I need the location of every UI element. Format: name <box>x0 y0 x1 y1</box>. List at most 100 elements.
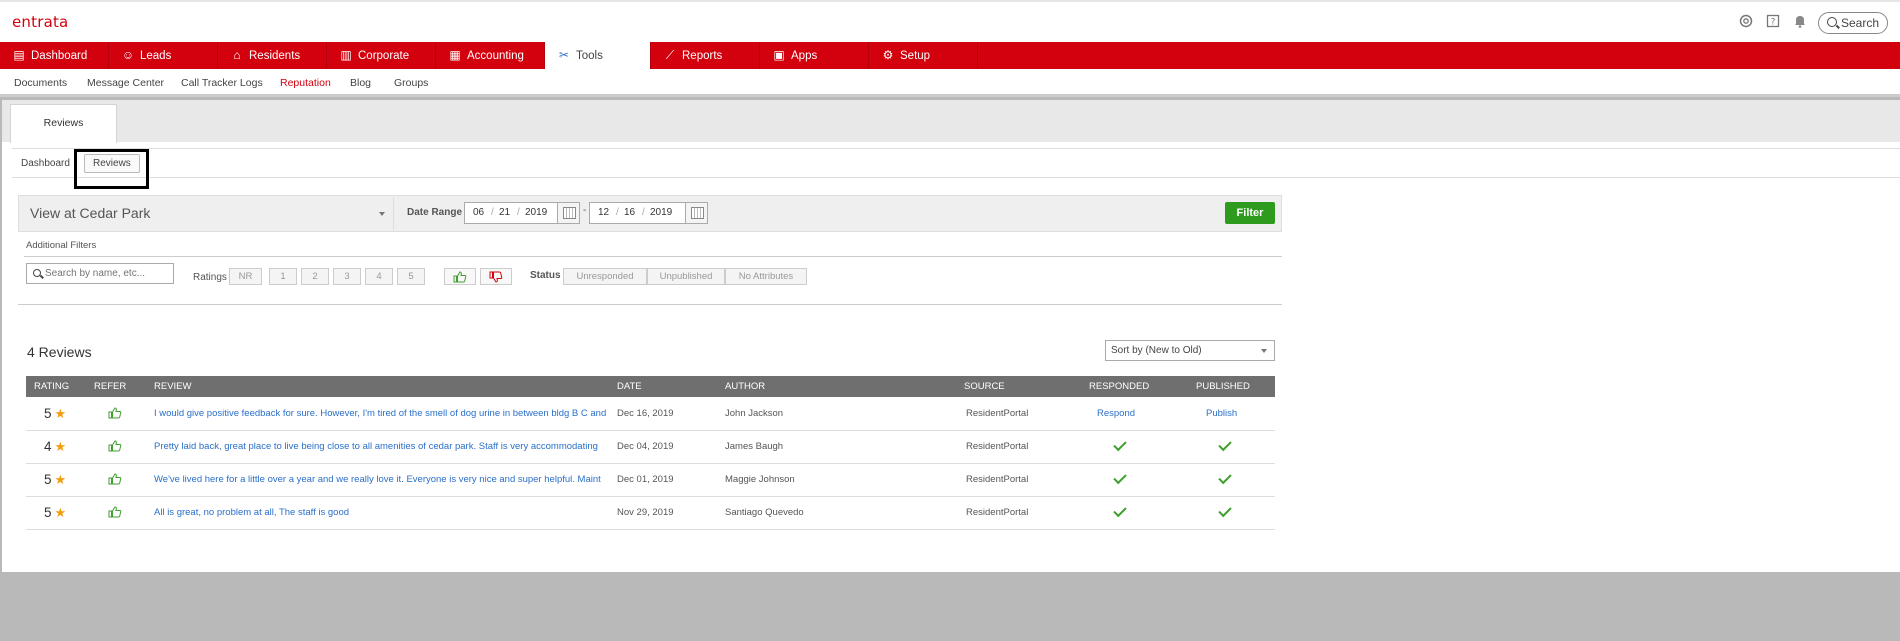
additional-filters-label: Additional Filters <box>26 240 97 251</box>
col-rating[interactable]: RATING <box>34 376 69 397</box>
nav-label: Setup <box>900 50 931 62</box>
nav-label: Corporate <box>358 50 410 62</box>
subnav-blog[interactable]: Blog <box>350 77 371 89</box>
inner-tab-dashboard[interactable]: Dashboard <box>21 158 70 169</box>
star-icon: ★ <box>54 505 67 520</box>
table-row[interactable]: 5 ★ We've lived here for a little over a … <box>26 464 1275 497</box>
col-responded[interactable]: RESPONDED <box>1089 376 1149 397</box>
review-count: 4 Reviews <box>27 344 92 360</box>
end-month: 12 <box>598 207 610 218</box>
nav-residents[interactable]: ⌂ Residents <box>218 42 327 69</box>
filter-button[interactable]: Filter <box>1225 202 1275 224</box>
nav-setup[interactable]: ⚙ Setup <box>869 42 978 69</box>
status-filter-unresponded[interactable]: Unresponded <box>563 268 647 285</box>
refer-no-filter[interactable] <box>480 268 512 285</box>
col-date[interactable]: DATE <box>617 376 642 397</box>
rating-filter-1[interactable]: 1 <box>269 268 297 285</box>
review-author: John Jackson <box>725 408 784 419</box>
review-text-link[interactable]: Pretty laid back, great place to live be… <box>154 431 606 463</box>
calendar-icon[interactable] <box>685 203 707 223</box>
date-separator: / <box>642 207 645 218</box>
subnav-groups[interactable]: Groups <box>394 77 428 89</box>
status-filter-unpublished[interactable]: Unpublished <box>647 268 725 285</box>
divider <box>24 256 1282 257</box>
subnav-reputation[interactable]: Reputation <box>280 77 331 89</box>
nav-label: Apps <box>791 50 818 62</box>
col-source[interactable]: SOURCE <box>964 376 1005 397</box>
bell-icon[interactable] <box>1792 14 1808 30</box>
respond-link[interactable]: Respond <box>1097 398 1135 430</box>
rating-filter-2[interactable]: 2 <box>301 268 329 285</box>
entrata-logo[interactable]: entrata <box>12 13 68 31</box>
col-author[interactable]: AUTHOR <box>725 376 765 397</box>
calendar-icon[interactable] <box>557 203 579 223</box>
thumbs-up-icon <box>108 440 122 452</box>
refer-yes-filter[interactable] <box>444 268 476 285</box>
published-check-icon <box>1218 437 1232 452</box>
table-header: RATING REFER REVIEW DATE AUTHOR SOURCE R… <box>26 376 1275 397</box>
nav-leads[interactable]: ☺ Leads <box>109 42 218 69</box>
subnav-documents[interactable]: Documents <box>14 77 67 89</box>
date-separator: / <box>491 207 494 218</box>
thumbs-down-icon <box>489 271 503 283</box>
nav-dashboard[interactable]: ▤ Dashboard <box>0 42 109 69</box>
thumbs-up-icon <box>108 506 122 518</box>
status-filter-no-attributes[interactable]: No Attributes <box>725 268 807 285</box>
col-published[interactable]: PUBLISHED <box>1196 376 1250 397</box>
nav-apps[interactable]: ▣ Apps <box>760 42 869 69</box>
page-tab-strip: Reviews <box>2 100 1900 143</box>
rating-value: 4 <box>44 439 52 454</box>
table-row[interactable]: 5 ★ All is great, no problem at all, The … <box>26 497 1275 530</box>
review-date: Dec 04, 2019 <box>617 441 674 452</box>
ledger-icon: ▦ <box>449 48 461 62</box>
review-text-link[interactable]: I would give positive feedback for sure.… <box>154 398 606 430</box>
subnav-call-tracker-logs[interactable]: Call Tracker Logs <box>181 77 263 89</box>
highlight-box <box>74 149 149 189</box>
rating-filter-5[interactable]: 5 <box>397 268 425 285</box>
thumbs-up-icon <box>108 473 122 485</box>
rating-filter-3[interactable]: 3 <box>333 268 361 285</box>
tab-reviews[interactable]: Reviews <box>10 104 117 143</box>
start-year: 2019 <box>525 207 548 218</box>
date-range-dash: - <box>583 205 587 216</box>
nav-corporate[interactable]: ▥ Corporate <box>327 42 436 69</box>
sort-select[interactable]: Sort by (New to Old) <box>1105 340 1275 361</box>
grid-icon: ▣ <box>773 48 785 62</box>
subnav-message-center[interactable]: Message Center <box>87 77 164 89</box>
help-circle-icon[interactable] <box>1738 14 1754 30</box>
review-search-input[interactable] <box>26 263 174 284</box>
nav-reports[interactable]: ⟋ Reports <box>651 42 760 69</box>
question-icon[interactable]: ? <box>1765 14 1781 30</box>
thumbs-up-icon <box>108 407 122 419</box>
nav-accounting[interactable]: ▦ Accounting <box>436 42 545 69</box>
table-row[interactable]: 5 ★ I would give positive feedback for su… <box>26 398 1275 431</box>
end-year: 2019 <box>650 207 673 218</box>
property-select[interactable]: View at Cedar Park <box>20 197 394 230</box>
end-date-field[interactable]: 12 / 16 / 2019 <box>589 202 708 224</box>
status-label: Status <box>530 270 561 281</box>
gear-icon: ⚙ <box>882 48 894 62</box>
start-date-field[interactable]: 06 / 21 / 2019 <box>464 202 580 224</box>
filter-bar: View at Cedar Park Date Range 06 / 21 / … <box>18 195 1282 232</box>
rating-filter-nr[interactable]: NR <box>229 268 262 285</box>
nav-tools[interactable]: ✂ Tools <box>545 42 651 69</box>
global-search-button[interactable]: Search <box>1818 12 1888 34</box>
rating-filter-4[interactable]: 4 <box>365 268 393 285</box>
rating-value: 5 <box>44 505 52 520</box>
review-text-link[interactable]: All is great, no problem at all, The sta… <box>154 497 606 529</box>
review-source: ResidentPortal <box>966 474 1029 485</box>
col-review[interactable]: REVIEW <box>154 376 191 397</box>
table-row[interactable]: 4 ★ Pretty laid back, great place to live… <box>26 431 1275 464</box>
sub-nav: Documents Message Center Call Tracker Lo… <box>0 69 1900 97</box>
sort-value: Sort by (New to Old) <box>1111 345 1202 356</box>
publish-link[interactable]: Publish <box>1206 398 1237 430</box>
review-date: Dec 16, 2019 <box>617 408 674 419</box>
date-range-label: Date Range <box>407 207 463 218</box>
search-icon <box>1827 17 1837 27</box>
col-refer[interactable]: REFER <box>94 376 126 397</box>
start-day: 21 <box>499 207 511 218</box>
published-check-icon <box>1218 503 1232 518</box>
chart-line-icon: ⟋ <box>665 48 675 62</box>
review-text-link[interactable]: We've lived here for a little over a yea… <box>154 464 606 496</box>
thumbs-up-icon <box>453 271 467 283</box>
